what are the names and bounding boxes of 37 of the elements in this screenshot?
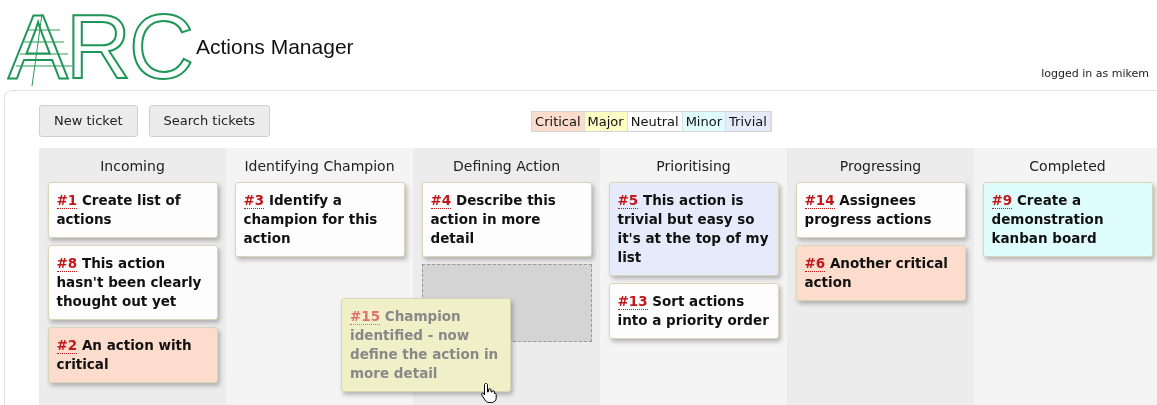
logged-in-user: logged in as mikem: [1041, 65, 1149, 82]
ticket-text: #8 This action hasn't been clearly thought out yet: [56, 254, 203, 311]
ticket-card[interactable]: #5 This action is trivial but easy so it's at the top of my list: [608, 182, 779, 276]
app-title: Actions Manager: [196, 33, 354, 60]
ticket-card[interactable]: #2 An action with critical: [47, 327, 218, 383]
priority-legend-item: Trivial: [726, 111, 771, 131]
ticket-card[interactable]: #8 This action hasn't been clearly thought out yet: [47, 245, 218, 320]
ticket-card[interactable]: #9 Create a demonstration kanban board: [982, 182, 1153, 257]
ticket-text: #13 Sort actions into a priority order: [617, 292, 770, 330]
ticket-card[interactable]: #3 Identify a champion for this action: [234, 182, 405, 257]
ticket-text: #2 An action with critical: [56, 336, 193, 374]
ticket-card[interactable]: #13 Sort actions into a priority order: [608, 283, 779, 339]
logo: ARC: [8, 4, 193, 90]
ticket-text: #5 This action is trivial but easy so it's at the top of my list: [617, 191, 770, 267]
column-title: Completed: [1029, 157, 1106, 176]
ticket-text: #6 Another critical action: [804, 254, 949, 292]
ticket-card[interactable]: #6 Another critical action: [795, 245, 966, 301]
ticket-text: #9 Create a demonstration kanban board: [991, 191, 1105, 248]
column-title: Identifying Champion: [244, 157, 395, 176]
ticket-card[interactable]: #4 Describe this action in more detail: [421, 182, 592, 257]
priority-legend-item: Critical: [532, 111, 585, 131]
ticket-text: #14 Assignees progress actions: [804, 191, 933, 229]
column-title: Defining Action: [453, 157, 560, 176]
hand-cursor-icon: [480, 382, 498, 404]
priority-legend-item: Minor: [682, 111, 727, 131]
ticket-text: #15 Champion identified - now define the action in more detail: [350, 307, 500, 383]
ticket-text: #4 Describe this action in more detail: [430, 191, 557, 248]
toolbar-button[interactable]: Search tickets: [148, 105, 271, 137]
priority-legend-item: Major: [584, 111, 628, 131]
ticket-card[interactable]: #1 Create list of actions: [47, 182, 218, 238]
ticket-text: #1 Create list of actions: [56, 191, 182, 229]
column-title: Incoming: [100, 157, 165, 176]
toolbar-button[interactable]: New ticket: [39, 105, 138, 137]
ticket-card[interactable]: #14 Assignees progress actions: [795, 182, 966, 238]
column-title: Progressing: [839, 157, 922, 176]
column-title: Prioritising: [656, 157, 731, 176]
ticket-text: #3 Identify a champion for this action: [243, 191, 379, 248]
